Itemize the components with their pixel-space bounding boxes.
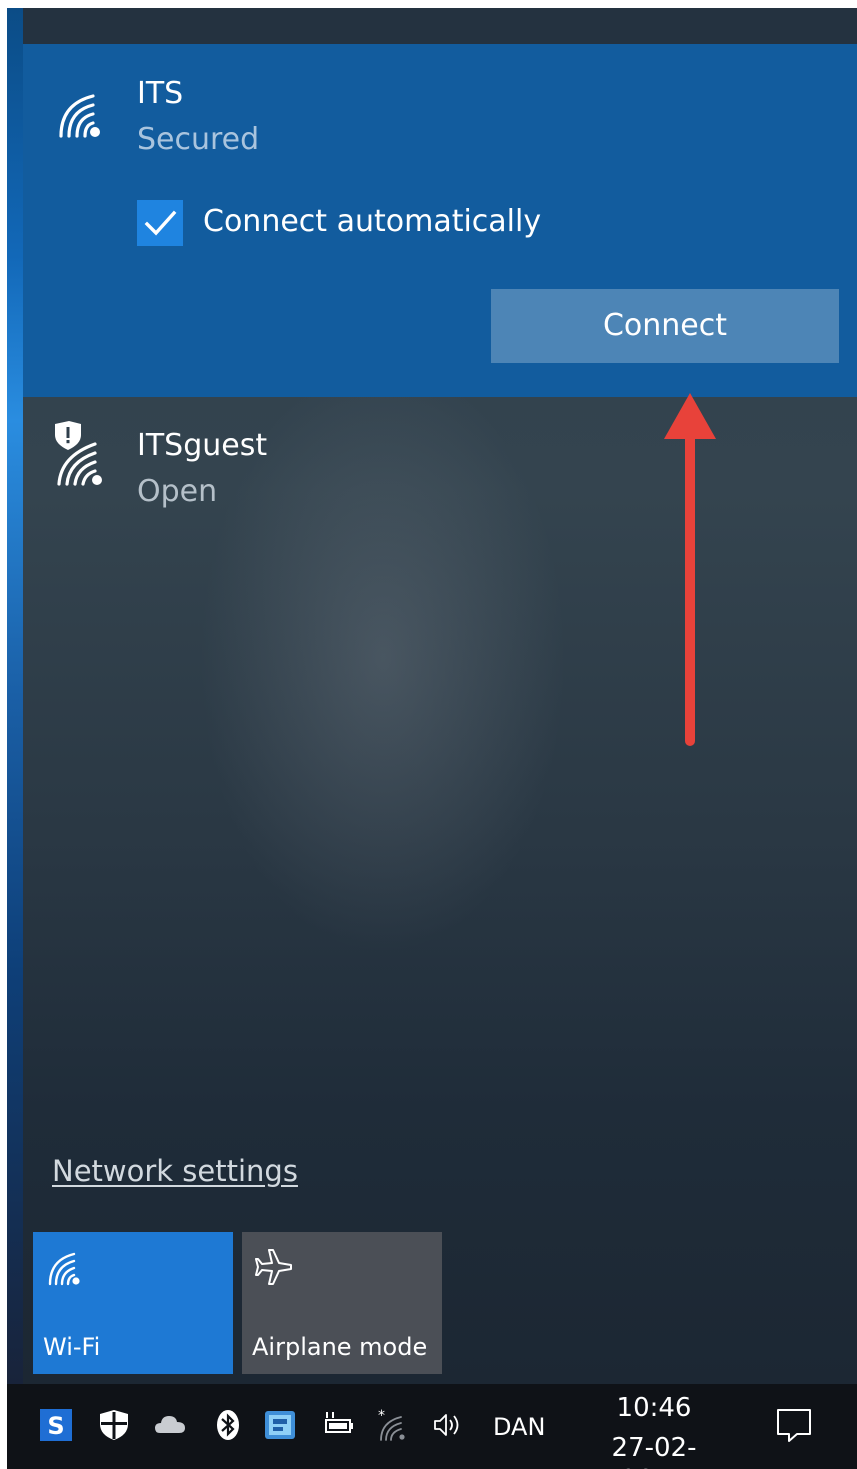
wifi-quick-action-tile[interactable]: Wi-Fi xyxy=(33,1232,233,1374)
screenshot: ITS Secured Connect automatically Connec… xyxy=(0,0,857,1469)
svg-text:*: * xyxy=(378,1408,385,1424)
annotation-arrow xyxy=(664,393,716,746)
network-name: ITS xyxy=(137,76,184,111)
wifi-icon[interactable]: * xyxy=(375,1408,409,1442)
checkmark-icon xyxy=(144,210,177,236)
language-indicator[interactable]: DAN xyxy=(493,1412,545,1442)
clock-date: 27-02-2017 xyxy=(611,1433,697,1469)
s-app-icon[interactable]: S xyxy=(39,1408,73,1442)
wifi-open-warning-icon xyxy=(55,421,102,486)
connect-automatically-label: Connect automatically xyxy=(203,204,542,239)
network-name: ITSguest xyxy=(137,428,268,463)
action-center-icon[interactable] xyxy=(775,1406,813,1444)
shield-icon[interactable] xyxy=(97,1408,131,1442)
connect-button[interactable]: Connect xyxy=(491,289,839,363)
wifi-icon xyxy=(48,1252,80,1286)
airplane-mode-tile-label: Airplane mode xyxy=(252,1333,428,1361)
cloud-icon[interactable] xyxy=(153,1408,187,1442)
airplane-icon xyxy=(255,1249,292,1285)
speaker-icon[interactable] xyxy=(431,1408,465,1442)
bluetooth-icon[interactable] xyxy=(211,1408,245,1442)
flyout-top-bar xyxy=(23,8,857,44)
connect-automatically-checkbox[interactable] xyxy=(137,200,183,246)
network-item-its[interactable]: ITS Secured Connect automatically Connec… xyxy=(23,44,857,397)
network-flyout: ITS Secured Connect automatically Connec… xyxy=(23,8,857,1384)
airplane-mode-quick-action-tile[interactable]: Airplane mode xyxy=(242,1232,442,1374)
wifi-signal-icon xyxy=(59,94,100,138)
clock-time: 10:46 xyxy=(616,1393,692,1423)
battery-plug-icon[interactable] xyxy=(321,1408,355,1442)
wifi-tile-label: Wi-Fi xyxy=(43,1333,101,1361)
svg-text:S: S xyxy=(47,1412,64,1440)
taskbar: S * DAN 10:46 27-02- xyxy=(7,1384,857,1469)
network-settings-link[interactable]: Network settings xyxy=(52,1152,298,1190)
app-window-icon[interactable] xyxy=(263,1408,297,1442)
network-status: Secured xyxy=(137,122,260,157)
network-status: Open xyxy=(137,474,218,509)
